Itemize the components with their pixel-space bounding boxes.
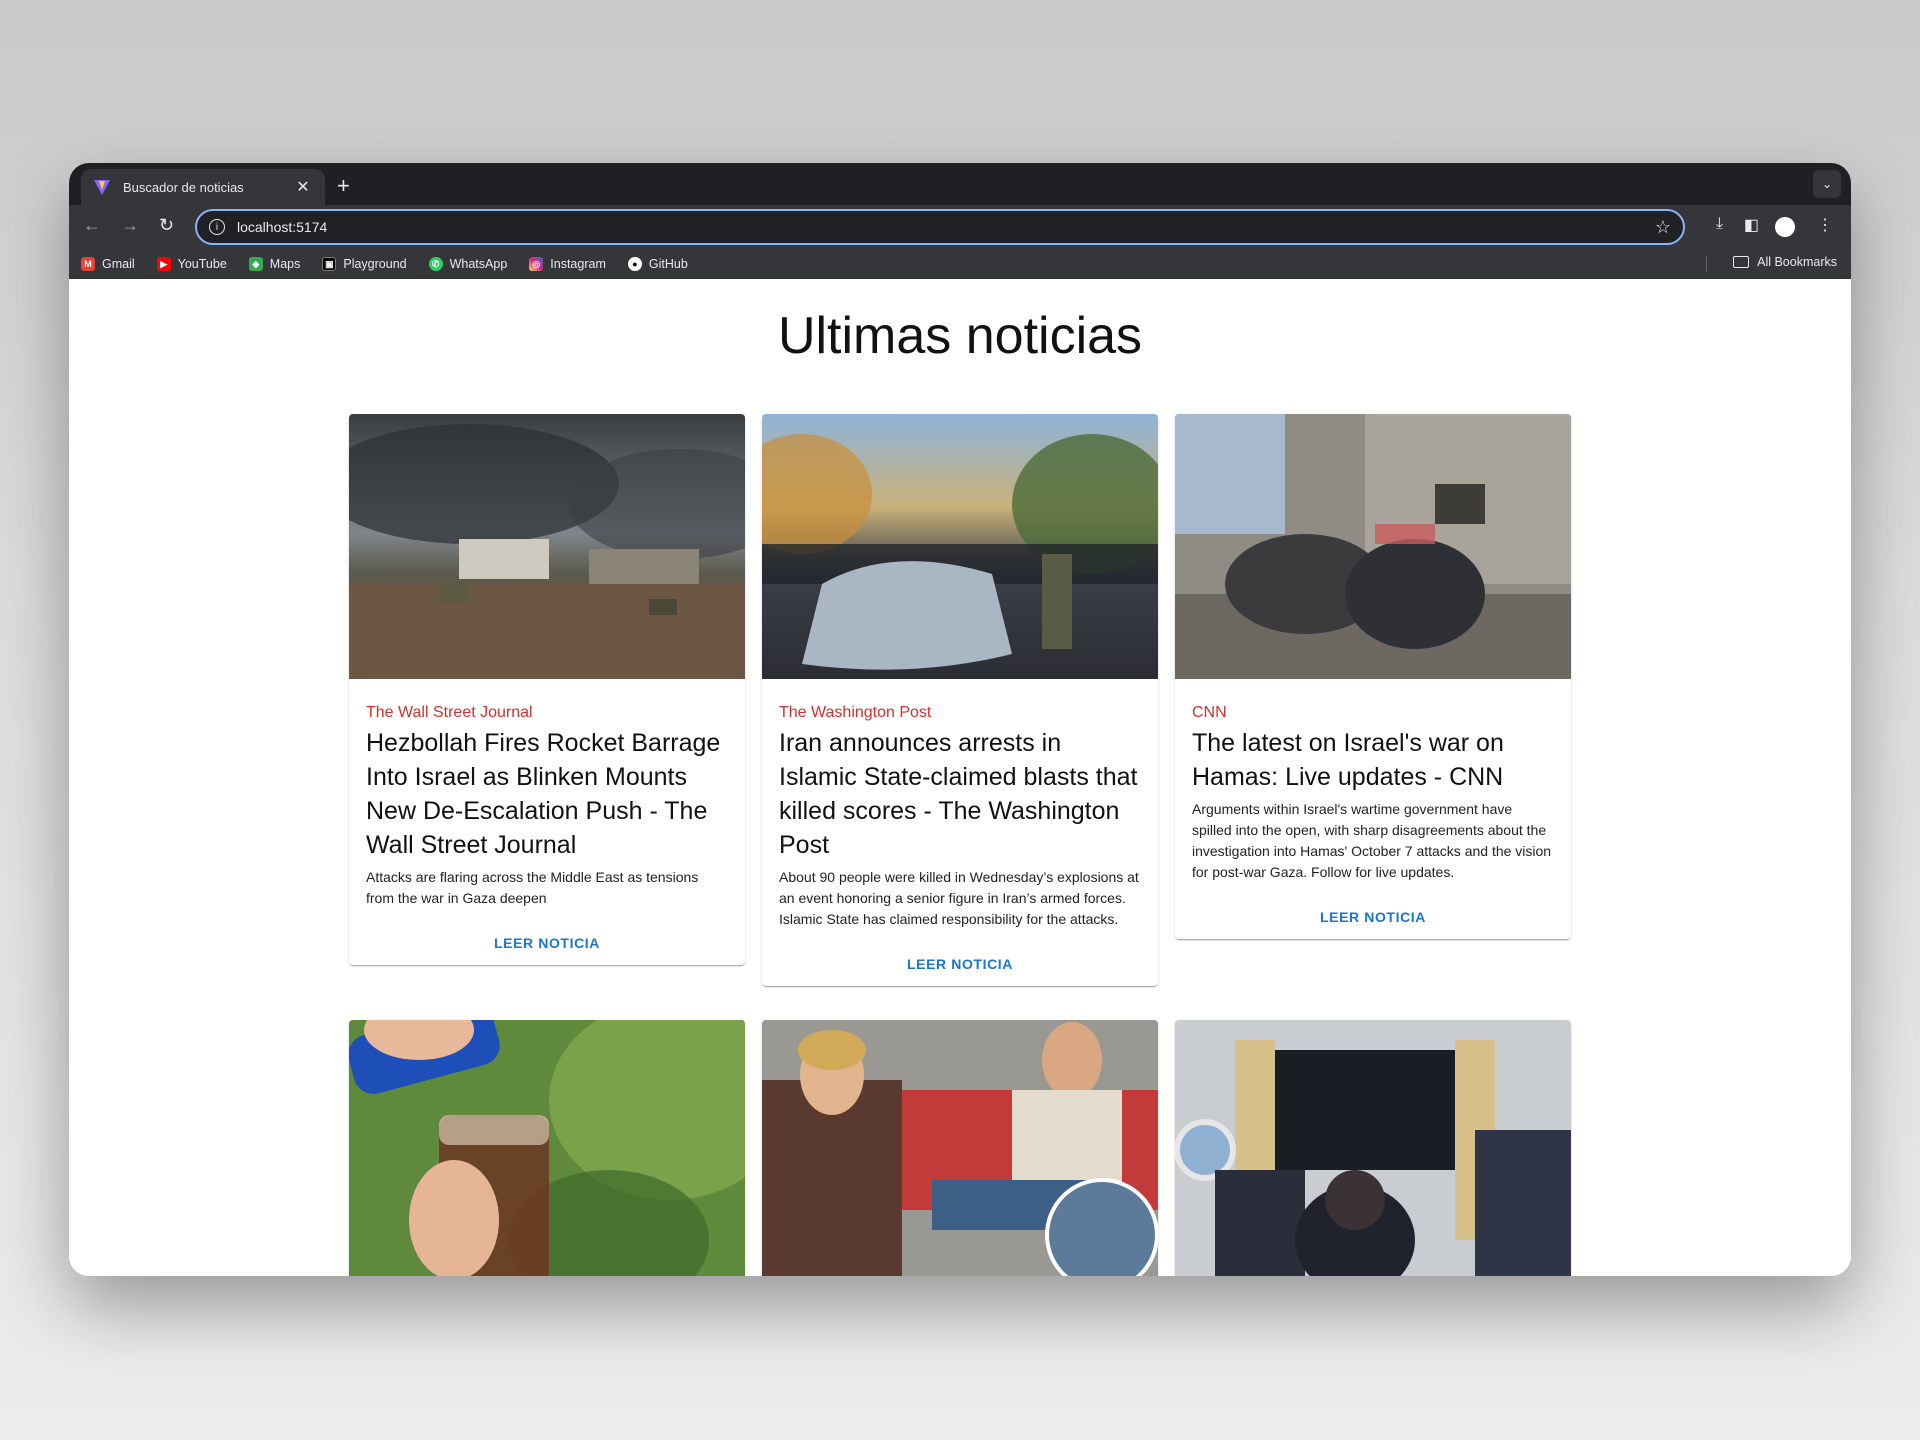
bookmarks-bar: M Gmail ▶ YouTube ◆ Maps ▣ Playground ✆ … — [69, 249, 1851, 279]
news-card — [349, 1020, 745, 1276]
browser-window: Buscador de noticias ✕ + ⌄ ← → ↻ i local… — [69, 163, 1851, 1276]
news-image — [1175, 1020, 1571, 1276]
instagram-icon: ◎ — [529, 257, 544, 271]
read-news-button[interactable]: LEER NOTICIA — [1175, 883, 1571, 939]
tab-close-icon[interactable]: ✕ — [293, 177, 313, 197]
tab-title: Buscador de noticias — [123, 179, 244, 195]
page-title: Ultimas noticias — [777, 307, 1143, 365]
youtube-icon: ▶ — [156, 257, 171, 271]
address-bar[interactable]: i localhost:5174 ☆ — [195, 209, 1685, 245]
news-card: CNN The latest on Israel's war on Hamas:… — [1175, 414, 1571, 939]
toolbar: ← → ↻ i localhost:5174 ☆ ⤓ ◧ ⋮ — [69, 205, 1851, 249]
folder-icon — [1733, 256, 1750, 268]
reload-icon[interactable]: ↻ — [159, 215, 174, 236]
news-description: About 90 people were killed in Wednesday… — [779, 869, 1139, 927]
bookmark-playground[interactable]: ▣ Playground — [322, 257, 407, 271]
news-source: CNN — [1192, 704, 1227, 721]
news-description: Arguments within Israel's wartime govern… — [1192, 801, 1552, 880]
profile-avatar[interactable] — [1775, 217, 1795, 237]
news-image — [762, 1020, 1158, 1276]
side-panel-icon[interactable]: ◧ — [1744, 215, 1759, 235]
new-tab-icon[interactable]: + — [337, 173, 350, 199]
news-card — [1175, 1020, 1571, 1276]
news-card: The Washington Post Iran announces arres… — [762, 414, 1158, 986]
github-icon: ● — [627, 257, 642, 271]
read-news-button[interactable]: LEER NOTICIA — [762, 930, 1158, 986]
gmail-icon: M — [81, 257, 95, 271]
news-image — [1175, 414, 1571, 679]
site-info-icon[interactable]: i — [209, 219, 225, 235]
news-source: The Wall Street Journal — [366, 704, 533, 721]
maps-icon: ◆ — [248, 257, 263, 271]
vite-favicon-icon — [94, 180, 110, 195]
read-news-button[interactable]: LEER NOTICIA — [349, 909, 745, 965]
news-description: Attacks are flaring across the Middle Ea… — [366, 869, 699, 906]
menu-icon[interactable]: ⋮ — [1817, 215, 1833, 235]
news-image — [762, 414, 1158, 679]
forward-icon[interactable]: → — [121, 215, 139, 236]
news-source: The Washington Post — [779, 704, 932, 721]
whatsapp-icon: ✆ — [428, 257, 443, 271]
news-card: The Wall Street Journal Hezbollah Fires … — [349, 414, 745, 965]
bookmark-youtube[interactable]: ▶ YouTube — [156, 257, 227, 271]
news-image — [349, 1020, 745, 1276]
bookmarks-separator — [1706, 256, 1707, 272]
bookmark-whatsapp[interactable]: ✆ WhatsApp — [428, 257, 507, 271]
tab-active[interactable]: Buscador de noticias ✕ — [81, 169, 325, 205]
bookmark-gmail[interactable]: M Gmail — [81, 257, 135, 271]
news-headline: The latest on Israel's war on Hamas: Liv… — [1192, 729, 1504, 791]
bookmark-star-icon[interactable]: ☆ — [1655, 217, 1671, 238]
news-card — [762, 1020, 1158, 1276]
tab-search-icon[interactable]: ⌄ — [1813, 170, 1841, 198]
bookmark-github[interactable]: ● GitHub — [627, 257, 688, 271]
bookmark-maps[interactable]: ◆ Maps — [248, 257, 300, 271]
url-text[interactable]: localhost:5174 — [237, 219, 1655, 235]
download-icon[interactable]: ⤓ — [1716, 215, 1723, 233]
tab-strip: Buscador de noticias ✕ + ⌄ — [69, 163, 1851, 205]
news-image — [349, 414, 745, 679]
news-headline: Hezbollah Fires Rocket Barrage Into Isra… — [366, 729, 721, 859]
bookmark-instagram[interactable]: ◎ Instagram — [529, 257, 606, 271]
all-bookmarks-button[interactable]: All Bookmarks — [1733, 255, 1837, 269]
page-content: Ultimas noticias The Wall Street Journal… — [69, 292, 1851, 1276]
playground-icon: ▣ — [322, 257, 337, 271]
news-headline: Iran announces arrests in Islamic State-… — [779, 729, 1138, 859]
back-icon[interactable]: ← — [83, 215, 101, 236]
